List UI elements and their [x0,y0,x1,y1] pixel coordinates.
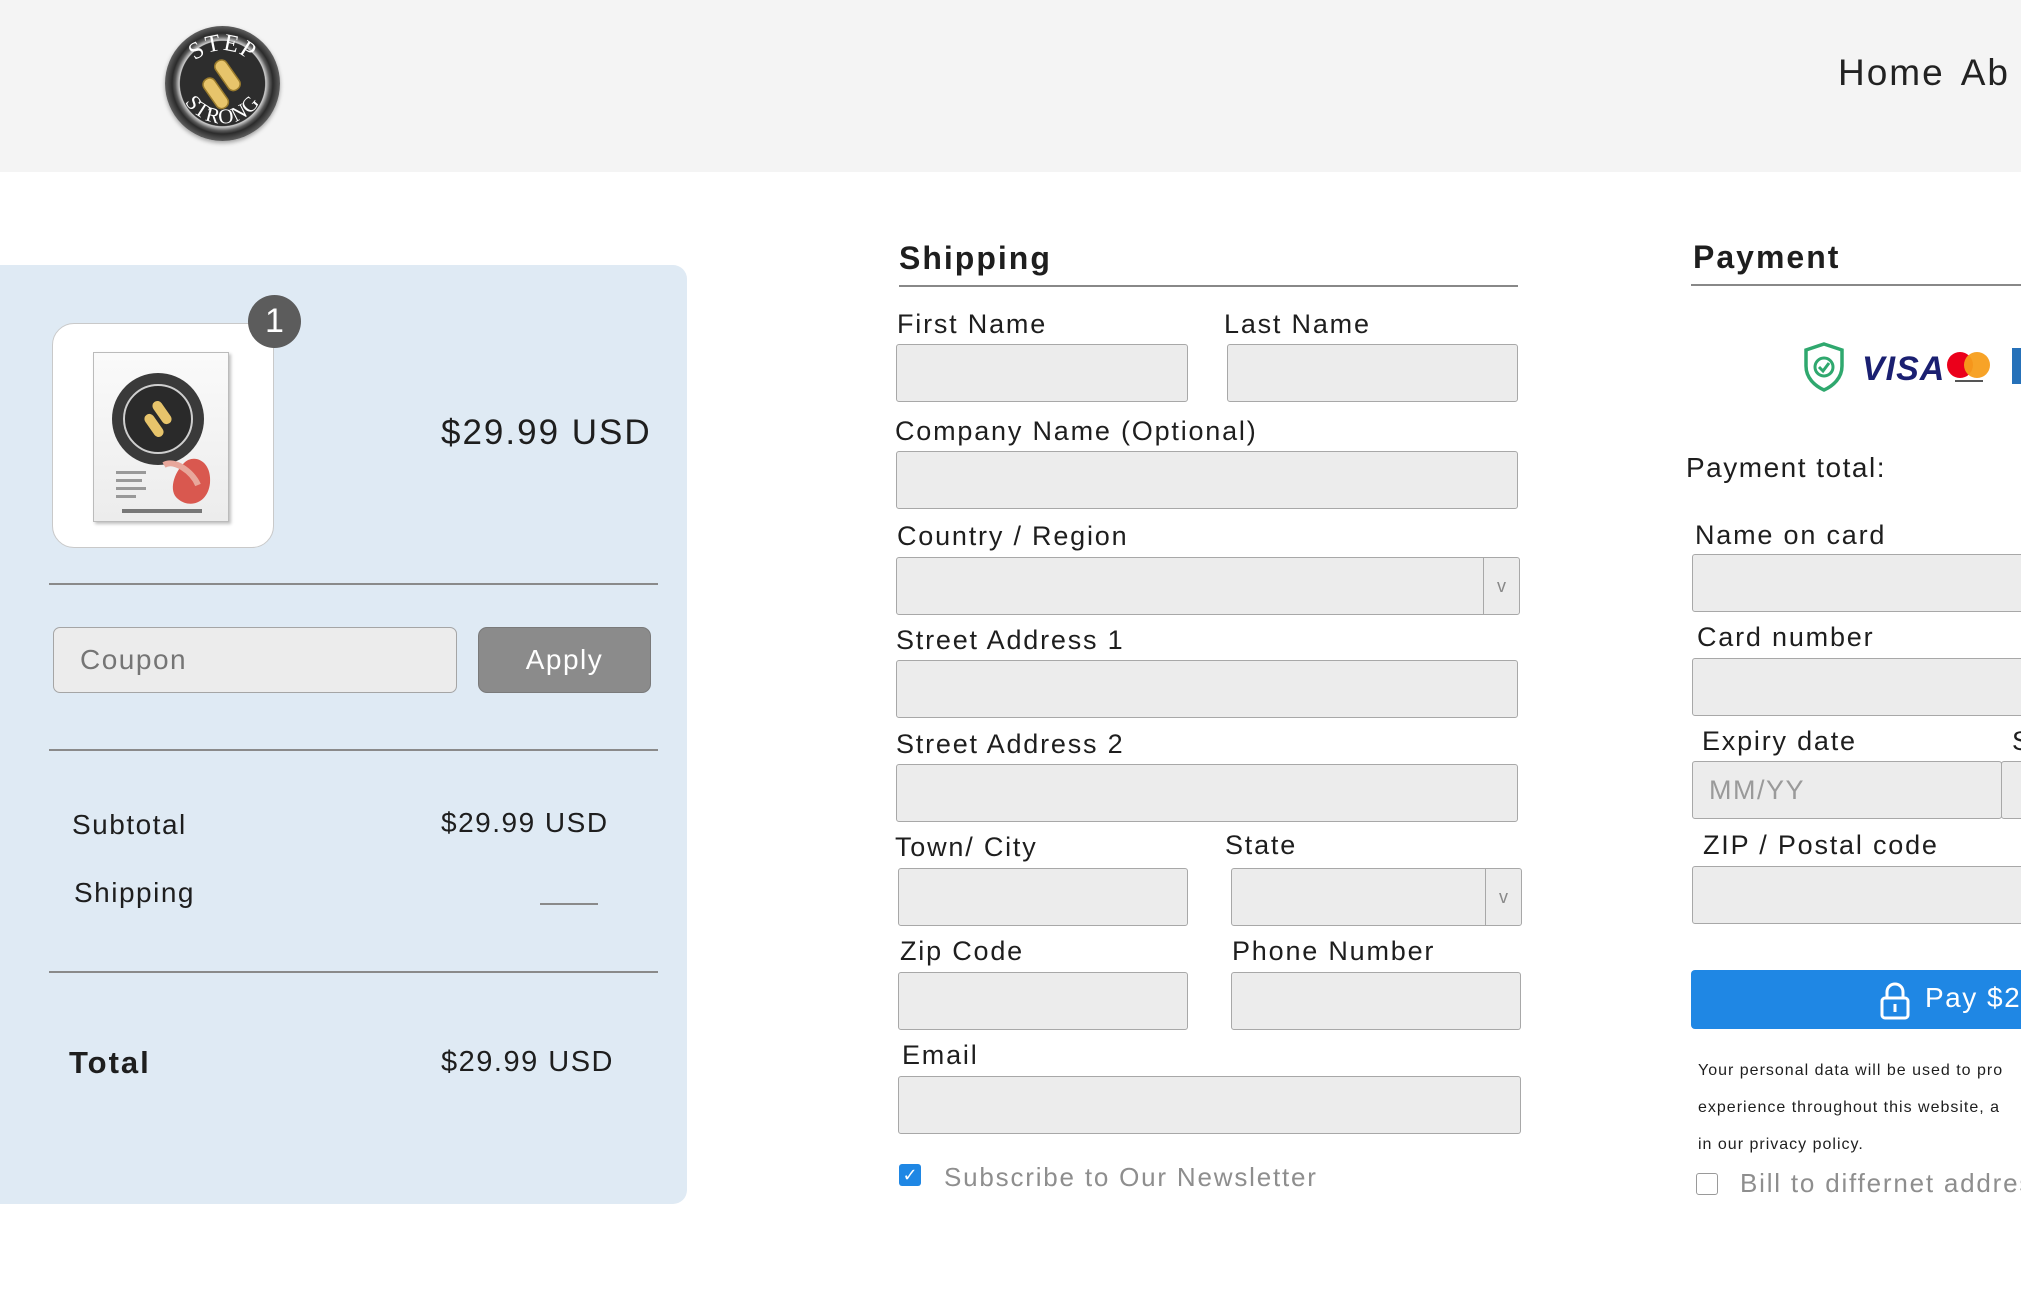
visa-icon: VISA [1862,350,1945,388]
shipping-heading: Shipping [899,240,1052,276]
bill-different-checkbox[interactable] [1696,1173,1718,1195]
street-address-2-label: Street Address 2 [896,729,1125,759]
site-header: STEP STRONG Home Ab [0,0,2021,172]
street-address-1-label: Street Address 1 [896,625,1125,655]
divider [49,971,658,973]
product-price: $29.99 USD [441,413,652,452]
card-logos: VISA [1804,342,2021,392]
subtotal-label: Subtotal [72,809,187,840]
privacy-notice: Your personal data will be used to pro e… [1698,1052,2021,1163]
postal-code-label: ZIP / Postal code [1703,830,1939,860]
amex-icon [2012,348,2021,384]
country-select[interactable]: v [896,557,1520,615]
lock-icon [1880,982,1910,1020]
newsletter-checkbox[interactable]: ✓ [899,1164,921,1186]
bill-different-label[interactable]: Bill to differnet addres [1740,1168,2021,1199]
nav-home[interactable]: Home [1838,52,1945,93]
product-thumbnail[interactable] [52,323,274,548]
shipping-value-placeholder [540,903,598,905]
pay-button[interactable]: Pay $2 [1691,970,2021,1029]
company-field[interactable] [896,451,1518,509]
chevron-down-icon: v [1485,869,1521,925]
shield-check-icon [1804,342,1844,392]
first-name-label: First Name [897,309,1048,339]
pay-button-label: Pay $2 [1925,982,2021,1013]
newsletter-label[interactable]: Subscribe to Our Newsletter [944,1162,1318,1193]
security-code-label: S [2012,726,2021,757]
zip-code-label: Zip Code [900,936,1024,966]
email-field[interactable] [898,1076,1521,1134]
phone-field[interactable] [1231,972,1521,1030]
street-address-2-field[interactable] [896,764,1518,822]
name-on-card-field[interactable] [1692,554,2021,612]
divider [49,749,658,751]
expiry-date-label: Expiry date [1702,726,1857,756]
street-address-1-field[interactable] [896,660,1518,718]
product-image [93,352,229,522]
card-number-label: Card number [1697,622,1875,652]
accepted-cards: VISA [1800,338,2021,398]
subtotal-value: $29.99 USD [441,807,609,838]
state-select[interactable]: v [1231,868,1522,926]
total-value: $29.99 USD [441,1046,614,1078]
privacy-line: experience throughout this website, a [1698,1099,2001,1116]
main-nav: Home Ab [1838,52,2021,94]
email-label: Email [902,1040,979,1070]
logo-emblem: STEP STRONG [181,30,264,129]
chevron-down-icon: v [1483,558,1519,614]
name-on-card-label: Name on card [1695,520,1887,550]
payment-heading: Payment [1693,239,1841,275]
postal-code-field[interactable] [1692,866,2021,924]
coupon-input[interactable] [53,627,457,693]
last-name-field[interactable] [1227,344,1518,402]
city-label: Town/ City [895,832,1038,862]
expiry-placeholder: MM/YY [1709,775,1806,805]
nav-about[interactable]: Ab [1961,52,2010,93]
state-label: State [1225,830,1298,860]
company-label: Company Name (Optional) [895,416,1258,446]
shipping-heading-underline [899,285,1518,287]
privacy-line: in our privacy policy. [1698,1136,1864,1153]
phone-label: Phone Number [1232,936,1436,966]
country-label: Country / Region [897,521,1129,551]
last-name-label: Last Name [1224,309,1371,339]
payment-total-label: Payment total: [1686,452,1886,483]
payment-heading-underline [1691,284,2021,286]
brand-logo[interactable]: STEP STRONG [165,26,280,141]
shipping-label: Shipping [74,877,195,908]
security-code-field[interactable] [2001,761,2021,819]
mastercard-icon [1947,352,1990,382]
total-label: Total [69,1045,151,1080]
privacy-line: Your personal data will be used to pro [1698,1062,2004,1079]
apply-coupon-button[interactable]: Apply [478,627,651,693]
expiry-date-field[interactable]: MM/YY [1692,761,2002,819]
first-name-field[interactable] [896,344,1188,402]
card-number-field[interactable] [1692,658,2021,716]
zip-code-field[interactable] [898,972,1188,1030]
cart-count-badge: 1 [248,295,301,348]
city-field[interactable] [898,868,1188,926]
product-package-art [112,373,211,513]
divider [49,583,658,585]
